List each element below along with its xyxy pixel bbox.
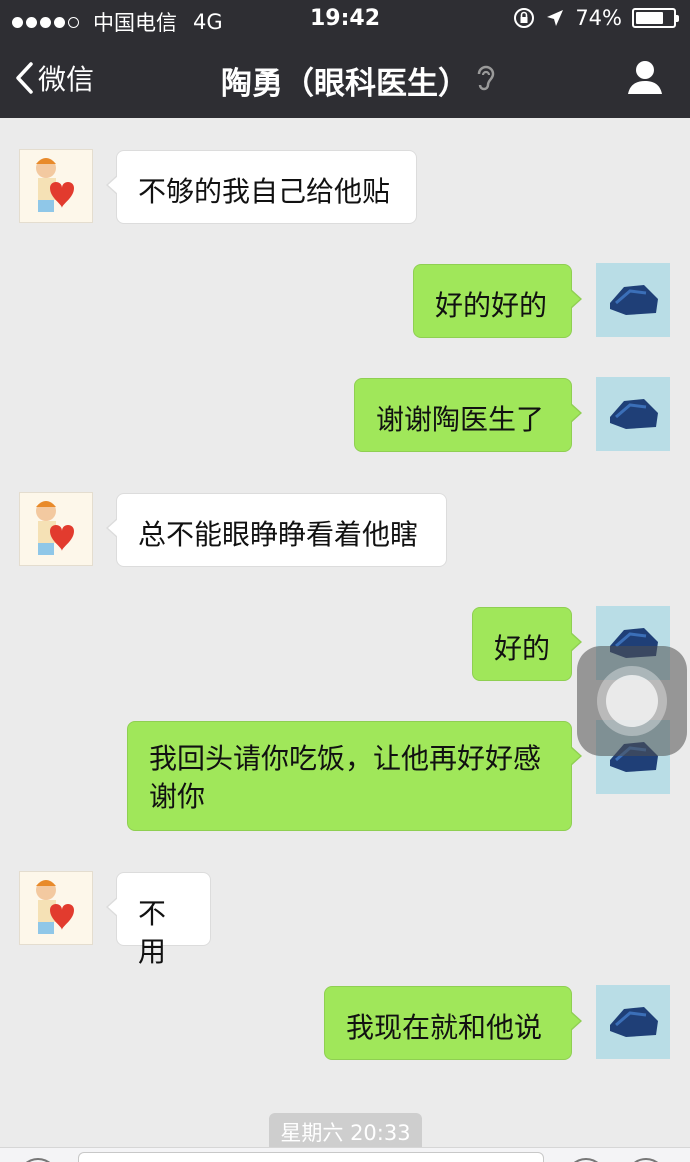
message-bubble-outgoing[interactable]: 我现在就和他说 — [324, 986, 582, 1060]
my-avatar[interactable] — [596, 263, 670, 337]
my-avatar[interactable] — [596, 985, 670, 1059]
input-bar — [0, 1147, 690, 1162]
chat-header: 微信 陶勇（眼科医生） — [0, 40, 690, 118]
more-options-button[interactable] — [626, 1158, 666, 1162]
assistive-touch-button[interactable] — [577, 646, 687, 756]
emoji-button[interactable] — [566, 1158, 606, 1162]
battery-icon — [632, 8, 679, 28]
message-bubble-outgoing[interactable]: 谢谢陶医生了 — [354, 378, 582, 452]
dark-rock-icon — [610, 285, 658, 315]
battery-fill — [636, 12, 663, 24]
my-avatar[interactable] — [596, 377, 670, 451]
message-bubble-outgoing[interactable]: 好的 — [472, 607, 582, 681]
rotation-lock-icon — [514, 8, 535, 28]
friend-avatar[interactable] — [19, 871, 93, 945]
message-input[interactable] — [78, 1152, 544, 1162]
boy-with-heart-icon — [36, 880, 74, 934]
dark-rock-icon — [610, 399, 658, 429]
message-bubble-outgoing[interactable]: 我回头请你吃饭，让他再好好感谢你 — [127, 721, 582, 831]
profile-icon[interactable] — [626, 58, 664, 96]
friend-avatar[interactable] — [19, 492, 93, 566]
battery-percent: 74% — [575, 6, 622, 30]
status-bar: 中国电信 4G 19:42 74% — [0, 0, 690, 40]
boy-with-heart-icon — [36, 501, 74, 555]
voice-input-button[interactable] — [18, 1158, 58, 1162]
location-arrow-icon — [547, 10, 564, 26]
message-bubble-outgoing[interactable]: 好的好的 — [413, 264, 582, 338]
message-bubble-incoming[interactable]: 不够的我自己给他贴 — [106, 150, 417, 224]
message-bubble-incoming[interactable]: 不用 — [106, 872, 211, 968]
dark-rock-icon — [610, 1007, 658, 1037]
ear-icon — [477, 65, 495, 91]
chat-title: 陶勇（眼科医生） — [221, 66, 469, 102]
friend-avatar[interactable] — [19, 149, 93, 223]
status-right: 74% — [513, 6, 679, 30]
boy-with-heart-icon — [36, 158, 74, 212]
chat-area[interactable]: 不够的我自己给他贴 好的好的 谢谢陶医生了 总不能眼睁睁看着他瞎 好的 我回头请… — [0, 118, 690, 1162]
message-bubble-incoming[interactable]: 总不能眼睁睁看着他瞎 — [106, 493, 447, 567]
